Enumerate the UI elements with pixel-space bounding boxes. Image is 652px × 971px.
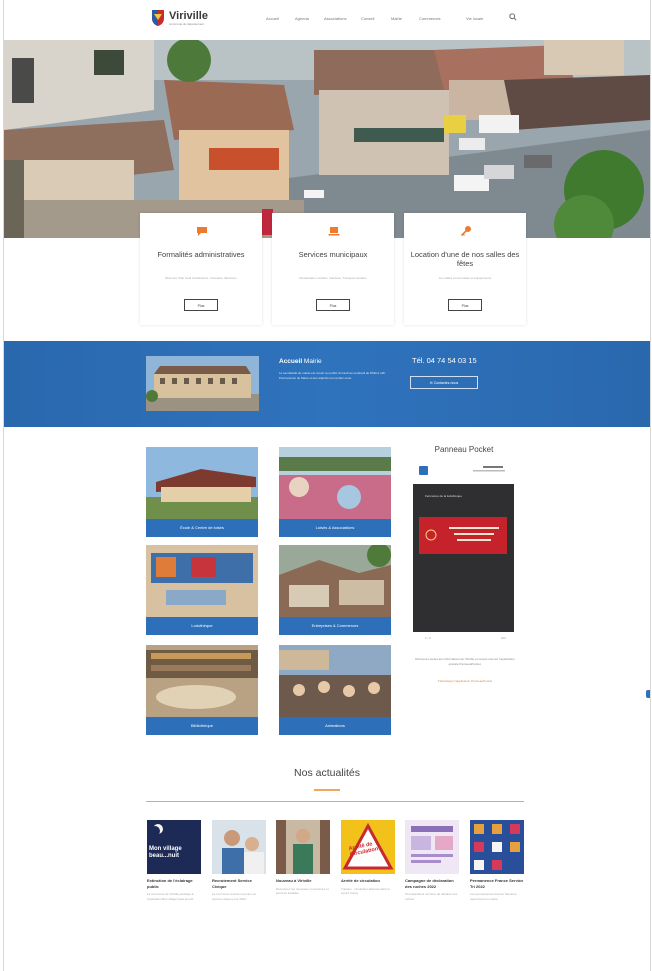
card-more-button[interactable]: Plus — [184, 299, 218, 311]
news-excerpt: La commune recrute un jeune en service c… — [212, 892, 257, 901]
panneau-download-link[interactable]: Télécharger l'application PanneauPocket — [414, 679, 516, 683]
news-excerpt: Tout apiculteur est tenu de déclarer ses… — [405, 892, 458, 901]
tile-ludotheque[interactable]: Ludothèque — [146, 545, 258, 635]
news-thumbnail — [405, 820, 459, 874]
news-excerpt: La commune de Viriville participe à l'op… — [147, 892, 194, 901]
ludotheque-photo — [146, 545, 258, 617]
coat-of-arms-icon — [152, 10, 164, 26]
christmas-banner — [419, 517, 507, 554]
news-title: Extinction de l'éclairage public — [147, 878, 193, 889]
nav-item-agenda[interactable]: Agenda — [295, 16, 309, 21]
news-thumbnail — [276, 820, 330, 874]
panneau-description: Retrouvez toutes les informations de Vir… — [415, 657, 515, 666]
school-photo — [146, 447, 258, 519]
search-icon[interactable] — [509, 13, 517, 21]
news-excerpt: Travaux : circulation alternée dans le c… — [341, 886, 390, 896]
logo-subtitle: commune du département — [169, 21, 205, 26]
news-thumbnail — [470, 820, 524, 874]
tile-label: Animations — [279, 717, 391, 735]
news-excerpt: Les permanences France Services reprenne… — [470, 892, 517, 901]
playground-photo — [279, 447, 391, 519]
library-photo — [146, 645, 258, 717]
news-excerpt: Découvrez les nouveaux commerces et serv… — [276, 886, 329, 896]
news-item[interactable]: Mon village beau...nuit Extinction de l'… — [147, 820, 201, 901]
accueil-description: Le secrétariat de mairie est ouvert au p… — [279, 371, 386, 380]
service-card-formalites[interactable]: Formalités administratives État civil, P… — [140, 213, 262, 325]
news-divider — [146, 801, 524, 802]
news-thumbnail: Arrêté de Circulation — [341, 820, 395, 874]
speech-bubble-icon — [197, 227, 207, 236]
news-thumbnail: Mon village beau...nuit — [147, 820, 201, 874]
hero-image — [4, 40, 650, 238]
card-more-button[interactable]: Plus — [316, 299, 350, 311]
news-heading: Nos actualités — [294, 767, 360, 779]
service-card-location[interactable]: Location d'une de nos salles des fêtes L… — [404, 213, 526, 325]
panneau-pocket-title: Panneau Pocket — [434, 445, 494, 454]
card-title: Services municipaux — [298, 250, 368, 259]
news-item[interactable]: Recrutement Service Civique La commune r… — [212, 820, 266, 901]
news-item[interactable]: Arrêté de Circulation Arrêté de circulat… — [341, 820, 395, 896]
village-aerial-photo — [4, 40, 650, 238]
key-icon — [460, 226, 471, 237]
card-description: Restauration scolaire, Garderie, Transpo… — [299, 276, 367, 280]
news-item[interactable]: Campagne de déclaration des ruches 2022 … — [405, 820, 459, 901]
mairie-photo — [146, 356, 259, 411]
service-card-services[interactable]: Services municipaux Restauration scolair… — [272, 213, 394, 325]
rooftops-photo — [279, 545, 391, 617]
nav-item-mairie[interactable]: Mairie — [391, 16, 402, 21]
news-title: Permanence France Service Tri 2022 — [470, 878, 524, 889]
card-description: Les salles communales et équipements — [438, 276, 492, 280]
tile-bibliotheque[interactable]: Bibliothèque — [146, 645, 258, 735]
panneau-screen-title: Fermeture de la ludothèque — [425, 494, 462, 498]
news-title: Recrutement Service Civique — [212, 878, 252, 889]
nav-item-accueil[interactable]: Accueil — [266, 16, 279, 21]
tile-label: Bibliothèque — [146, 717, 258, 735]
side-scroll-handle[interactable] — [646, 690, 650, 698]
news-title: Campagne de déclaration des ruches 2022 — [405, 878, 454, 889]
nav-item-commerces[interactable]: Commerces — [419, 16, 441, 21]
nav-item-associations[interactable]: Associations — [324, 16, 346, 21]
card-more-button[interactable]: Plus — [448, 299, 482, 311]
mairie-contact-band: Accueil Mairie Le secrétariat de mairie … — [4, 341, 650, 427]
tile-label: Loisirs & Associations — [279, 519, 391, 537]
news-thumbnail — [212, 820, 266, 874]
nav-item-vie-locale[interactable]: Vie locale — [466, 16, 483, 21]
news-item[interactable]: Permanence France Service Tri 2022 Les p… — [470, 820, 524, 901]
tile-label: École & Centre de loisirs — [146, 519, 258, 537]
page-frame: Viriville commune du département Accueil… — [3, 0, 651, 971]
accueil-title: Accueil Mairie — [279, 358, 322, 365]
logo-name: Viriville — [169, 9, 208, 22]
card-description: État civil, Plan local d'urbanisme, Cime… — [165, 276, 237, 280]
phone-number[interactable]: Tél. 04 74 54 03 15 — [412, 356, 477, 365]
tile-label: Entreprises & Commerces — [279, 617, 391, 635]
panneau-view-link[interactable]: Voir — [501, 636, 506, 640]
card-title: Formalités administratives — [157, 250, 245, 259]
tile-ecole[interactable]: École & Centre de loisirs — [146, 447, 258, 537]
news-title: Arrêté de circulation — [341, 878, 380, 883]
tile-loisirs[interactable]: Loisirs & Associations — [279, 447, 391, 537]
tile-animations[interactable]: Animations — [279, 645, 391, 735]
card-title: Location d'une de nos salles des fêtes — [410, 250, 520, 268]
site-header: Viriville commune du département Accueil… — [4, 0, 650, 40]
panneau-pocket-screen[interactable]: Fermeture de la ludothèque — [413, 484, 514, 632]
panneau-header — [419, 466, 505, 475]
site-logo[interactable]: Viriville commune du département — [151, 9, 208, 27]
contact-button[interactable]: ✉ Contactez-nous — [410, 376, 478, 389]
nav-item-conseil[interactable]: Conseil — [361, 16, 374, 21]
news-title: Nouveau à Viriville — [276, 878, 312, 883]
news-heading-underline — [314, 789, 340, 791]
festival-photo — [279, 645, 391, 717]
tile-label: Ludothèque — [146, 617, 258, 635]
tile-entreprises[interactable]: Entreprises & Commerces — [279, 545, 391, 635]
news-item[interactable]: Nouveau à Viriville Découvrez les nouvea… — [276, 820, 330, 896]
laptop-icon — [328, 227, 340, 236]
